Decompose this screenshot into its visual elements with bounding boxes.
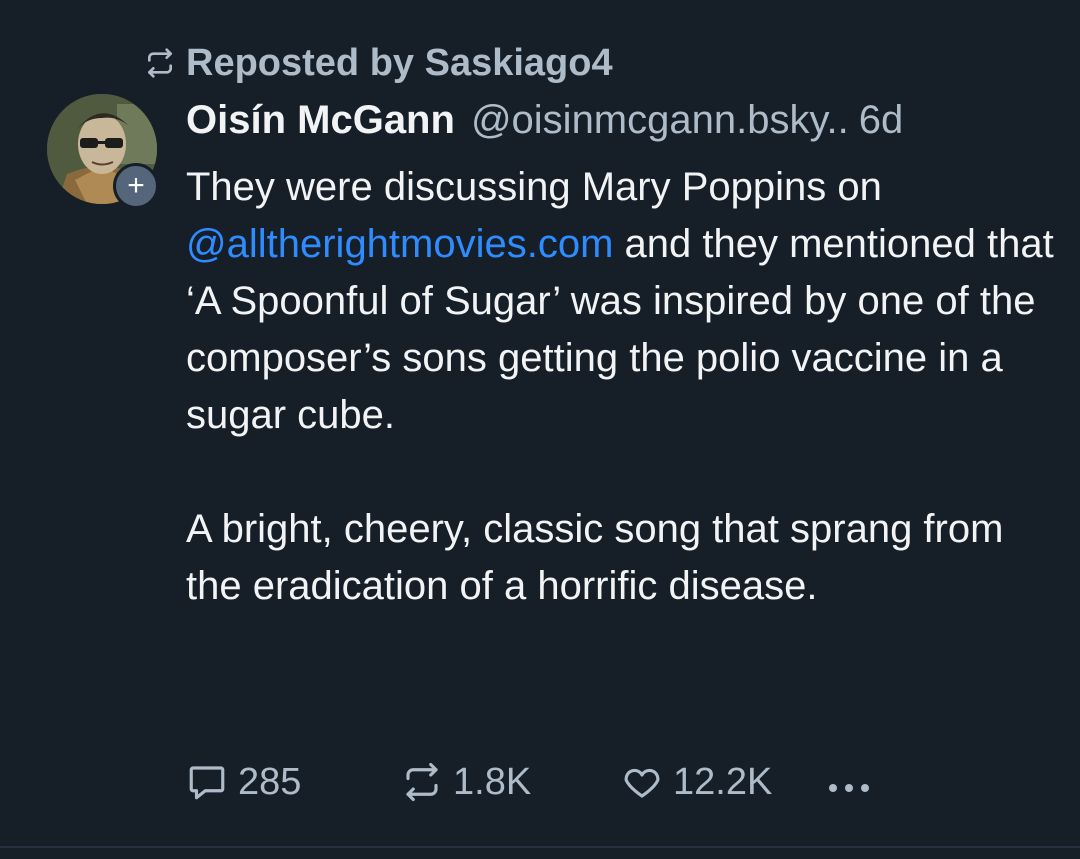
repost-icon bbox=[401, 761, 443, 803]
post-age[interactable]: 6d bbox=[859, 98, 904, 143]
post-actions: 285 1.8K 12.2K bbox=[186, 752, 877, 812]
reply-count: 285 bbox=[238, 760, 302, 803]
post-paragraph-1: They were discussing Mary Poppins on @al… bbox=[186, 159, 1056, 444]
comment-icon bbox=[186, 761, 228, 803]
follow-plus-button[interactable]: + bbox=[113, 163, 159, 209]
repost-indicator[interactable]: Reposted by Saskiago4 bbox=[144, 40, 613, 86]
heart-icon bbox=[621, 761, 663, 803]
repost-label: Reposted by Saskiago4 bbox=[186, 41, 613, 84]
reply-button[interactable]: 285 bbox=[186, 761, 401, 804]
author-display-name[interactable]: Oisín McGann bbox=[186, 98, 455, 143]
post-card[interactable]: Reposted by Saskiago4 + Oisín McGann @oi… bbox=[0, 0, 1080, 859]
post-header: Oisín McGann @oisinmcgann.bsky.. 6d bbox=[186, 98, 903, 150]
repost-count: 1.8K bbox=[453, 760, 532, 803]
more-options-button[interactable] bbox=[821, 762, 877, 802]
plus-icon: + bbox=[127, 169, 145, 202]
more-icon bbox=[825, 761, 873, 804]
mention-link[interactable]: @alltherightmovies.com bbox=[186, 222, 613, 266]
author-handle[interactable]: @oisinmcgann.bsky.. bbox=[471, 98, 849, 143]
repost-button[interactable]: 1.8K bbox=[401, 761, 621, 804]
like-count: 12.2K bbox=[673, 760, 773, 803]
repost-icon bbox=[144, 47, 176, 79]
like-button[interactable]: 12.2K bbox=[621, 761, 821, 804]
post-text-before-mention: They were discussing Mary Poppins on bbox=[186, 165, 882, 209]
post-divider bbox=[0, 846, 1080, 848]
post-text: They were discussing Mary Poppins on @al… bbox=[186, 159, 1056, 615]
post-paragraph-2: A bright, cheery, classic song that spra… bbox=[186, 507, 1004, 608]
